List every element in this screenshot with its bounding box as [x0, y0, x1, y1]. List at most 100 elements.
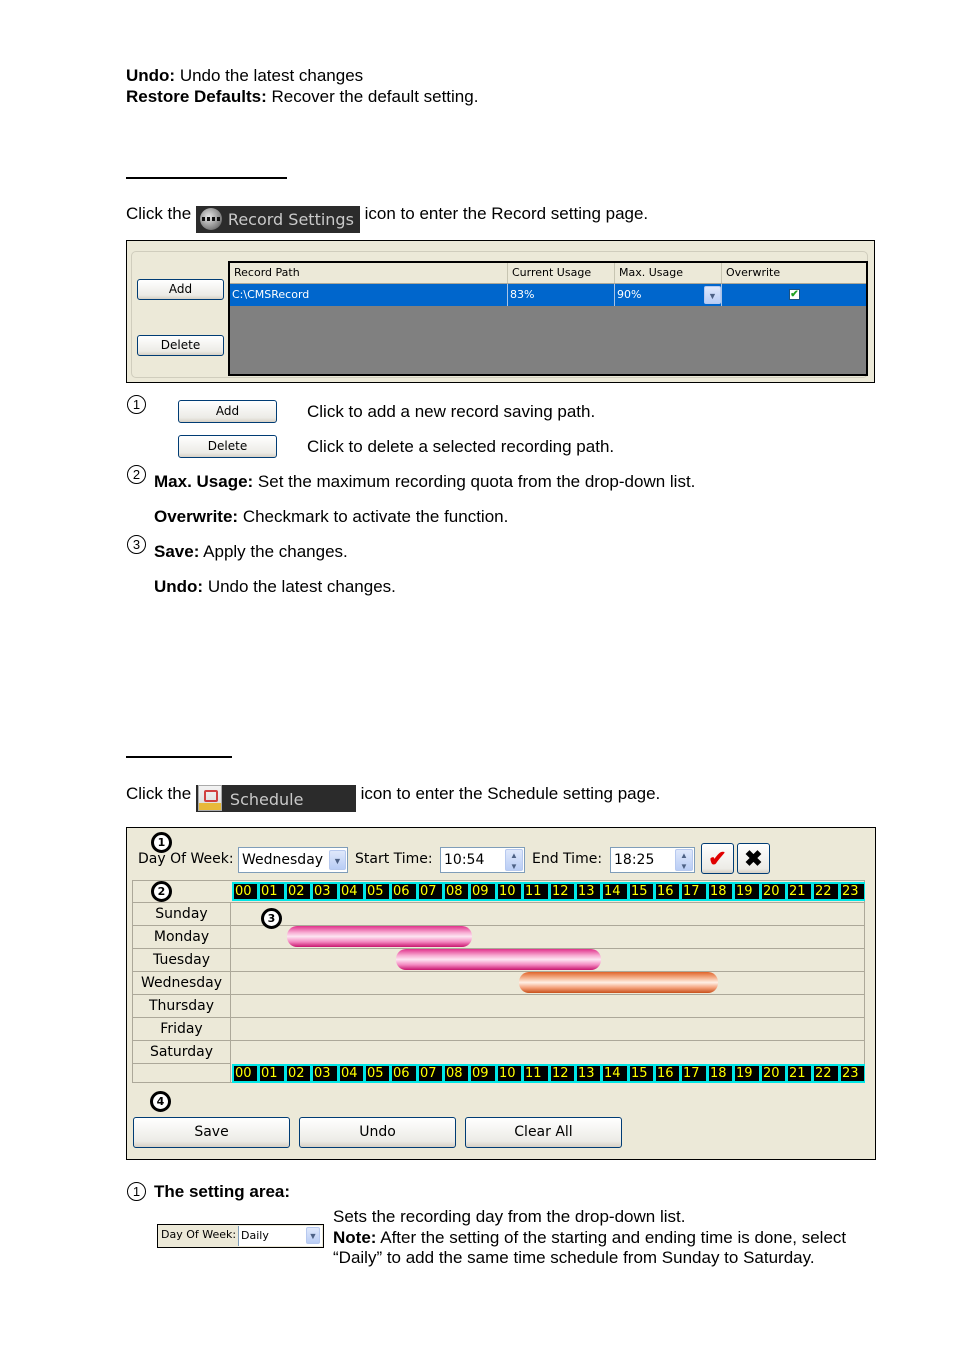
add-button[interactable]: Add — [137, 279, 224, 300]
record-settings-button-image: Record Settings — [195, 206, 360, 233]
schedule-grid: 2 00 01 02 03 04 05 06 07 08 09 10 11 12 13 14 15 16 17 18… — [132, 880, 865, 1083]
hour-cell: 19 — [735, 884, 759, 899]
column-header-overwrite[interactable]: Overwrite — [722, 263, 866, 283]
save-button[interactable]: Save — [133, 1117, 290, 1148]
setting-area-note: Note: After the setting of the starting … — [333, 1228, 847, 1247]
hour-cell: 02 — [287, 1066, 310, 1081]
undo-description: Undo: Undo the latest changes — [126, 66, 364, 85]
day-row-sunday[interactable]: Sunday — [133, 902, 864, 925]
hour-cell: 10 — [498, 1066, 521, 1081]
start-time-label: Start Time: — [355, 851, 433, 867]
day-label: Monday — [133, 926, 231, 948]
hour-cell: 16 — [656, 1066, 679, 1081]
day-label: Friday — [133, 1018, 231, 1040]
add-button-description: Click to add a new record saving path. — [307, 402, 596, 421]
hour-cell: 18 — [709, 1066, 732, 1081]
hour-cell: 04 — [340, 1066, 363, 1081]
cancel-button[interactable]: ✖ — [737, 843, 770, 874]
record-settings-instruction: Click the Record Settings icon to enter … — [126, 203, 648, 233]
schedule-icon — [197, 785, 222, 811]
day-label: Saturday — [133, 1041, 231, 1063]
day-label: Thursday — [133, 995, 231, 1017]
undo-button[interactable]: Undo — [299, 1117, 456, 1148]
end-time-spinner-icon[interactable]: ▲ ▼ — [675, 849, 693, 871]
hour-cell: 16 — [656, 884, 679, 899]
hour-cell: 07 — [419, 884, 442, 899]
column-header-max-usage[interactable]: Max. Usage — [615, 263, 722, 283]
hour-cell: 13 — [577, 1066, 600, 1081]
checkmark-icon: ✔ — [708, 846, 727, 871]
marker-3-badge: 3 — [261, 908, 282, 929]
schedule-instruction: Click the Schedule icon to enter the Sch… — [126, 783, 660, 812]
start-time-spinner-icon[interactable]: ▲ ▼ — [505, 849, 523, 871]
chevron-down-icon[interactable]: ▼ — [704, 286, 721, 304]
hour-cell: 20 — [762, 884, 785, 899]
x-icon: ✖ — [744, 846, 763, 871]
marker-1-badge: 1 — [151, 832, 172, 853]
day-row-monday[interactable]: Monday — [133, 925, 864, 948]
hour-cell: 10 — [498, 884, 521, 899]
hour-cell: 12 — [551, 1066, 574, 1081]
hour-cell: 22 — [814, 884, 838, 899]
hour-cell: 09 — [471, 884, 495, 899]
hour-cell: 00 — [234, 1066, 257, 1081]
hour-cell: 00 — [234, 884, 257, 899]
schedule-bar-tuesday[interactable] — [395, 949, 602, 970]
delete-button[interactable]: Delete — [137, 335, 224, 356]
day-label: Tuesday — [133, 949, 231, 971]
table-header: Record Path Current Usage Max. Usage Ove… — [230, 263, 866, 284]
max-usage-description: Max. Usage: Set the maximum recording qu… — [154, 472, 696, 491]
undo-changes-description: Undo: Undo the latest changes. — [154, 577, 396, 596]
hour-cell: 11 — [524, 884, 548, 899]
record-path-cell: C:\CMSRecord — [230, 284, 508, 306]
marker-3: 3 — [127, 535, 146, 554]
hour-cell: 12 — [551, 884, 574, 899]
day-row-wednesday[interactable]: Wednesday — [133, 971, 864, 994]
hour-cell: 01 — [260, 884, 284, 899]
overwrite-description: Overwrite: Checkmark to activate the fun… — [154, 507, 509, 526]
record-settings-icon — [199, 208, 222, 230]
hour-cell: 05 — [366, 1066, 389, 1081]
hour-cell: 18 — [709, 884, 732, 899]
hour-cell: 19 — [735, 1066, 759, 1081]
end-time-label: End Time: — [532, 851, 603, 867]
hour-cell: 01 — [260, 1066, 284, 1081]
chevron-down-icon[interactable]: ▼ — [329, 850, 346, 870]
delete-button-description: Click to delete a selected recording pat… — [307, 437, 615, 456]
overwrite-checkbox[interactable]: ✔ — [789, 289, 800, 300]
schedule-bar-monday[interactable] — [287, 926, 472, 947]
day-row-saturday[interactable]: Saturday — [133, 1040, 864, 1063]
section-heading-underline — [126, 756, 232, 758]
marker-4-badge: 4 — [150, 1091, 171, 1112]
column-header-current-usage[interactable]: Current Usage — [508, 263, 615, 283]
current-usage-cell: 83% — [508, 284, 615, 306]
hour-cell: 23 — [841, 1066, 864, 1081]
hour-cell: 17 — [682, 1066, 706, 1081]
add-button-illustration: Add — [178, 400, 277, 423]
hour-cell: 21 — [788, 1066, 811, 1081]
delete-button-illustration: Delete — [178, 435, 277, 458]
schedule-button-image: Schedule — [195, 785, 356, 812]
confirm-button[interactable]: ✔ — [701, 843, 734, 874]
day-of-week-mini-illustration: Day Of Week: Daily ▼ — [157, 1224, 324, 1248]
column-header-record-path[interactable]: Record Path — [230, 263, 508, 283]
marker-2-badge: 2 — [151, 881, 172, 902]
record-settings-panel: Add Delete Record Path Current Usage Max… — [126, 240, 875, 383]
hour-cell: 08 — [445, 884, 468, 899]
hour-cell: 13 — [577, 884, 600, 899]
hour-header-bottom: 00 01 02 03 04 05 06 07 08 09 10 11 12 13 14 15 16 17 18 19… — [232, 1064, 865, 1083]
day-row-friday[interactable]: Friday — [133, 1017, 864, 1040]
hour-cell: 02 — [287, 884, 310, 899]
hour-cell: 09 — [471, 1066, 495, 1081]
mini-day-label: Day Of Week: — [161, 1228, 237, 1241]
hour-cell: 15 — [630, 884, 653, 899]
hour-cell: 06 — [392, 884, 416, 899]
record-path-table: Record Path Current Usage Max. Usage Ove… — [228, 261, 868, 376]
hour-cell: 08 — [445, 1066, 468, 1081]
schedule-bar-wednesday[interactable] — [519, 972, 718, 993]
hour-cell: 14 — [603, 1066, 627, 1081]
table-row[interactable]: C:\CMSRecord 83% 90% ▼ ✔ — [230, 284, 866, 306]
clear-all-button[interactable]: Clear All — [465, 1117, 622, 1148]
day-row-thursday[interactable]: Thursday — [133, 994, 864, 1017]
hour-cell: 23 — [841, 884, 864, 899]
